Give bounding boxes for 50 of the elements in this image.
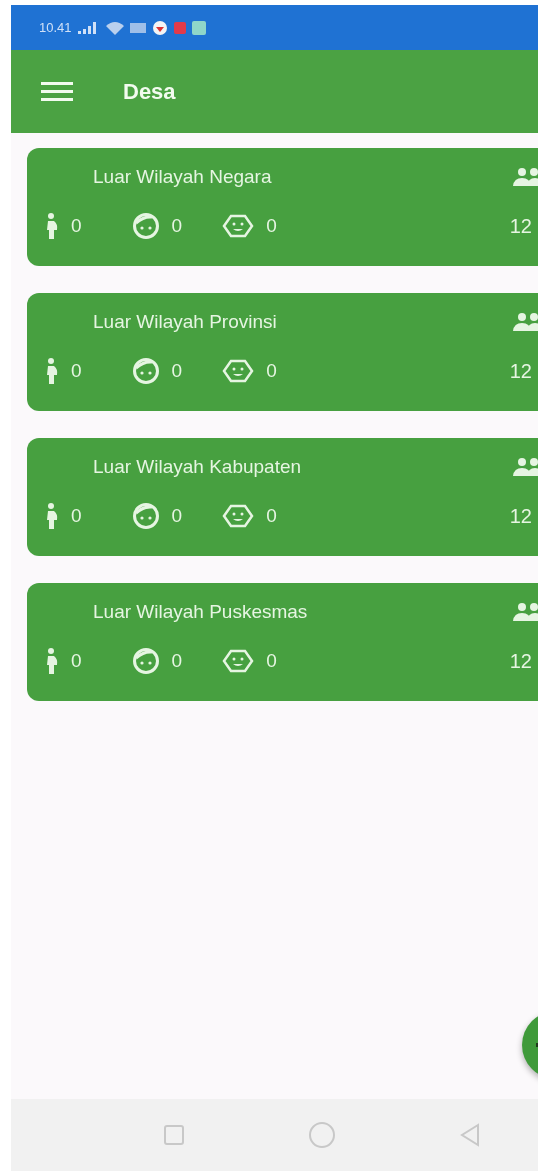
baby-count: 0 bbox=[266, 505, 277, 527]
area-name: Luar Wilayah Provinsi bbox=[93, 311, 278, 333]
child-face-icon bbox=[131, 502, 160, 530]
page-title: Desa bbox=[123, 78, 176, 105]
baby-face-icon bbox=[222, 213, 255, 239]
total-count: 12 bbox=[509, 649, 532, 673]
area-card[interactable]: Luar Wilayah Puskesmas 0 0 0 12 bbox=[27, 583, 538, 701]
area-card[interactable]: Luar Wilayah Provinsi 0 0 0 12 bbox=[27, 293, 538, 411]
people-icon bbox=[513, 167, 538, 187]
total-count: 12 bbox=[509, 504, 532, 528]
recent-apps-icon[interactable] bbox=[163, 1125, 184, 1145]
back-icon[interactable] bbox=[459, 1123, 480, 1147]
total-count: 12 bbox=[509, 359, 532, 383]
pregnant-woman-icon bbox=[45, 212, 59, 240]
pregnant-woman-icon bbox=[45, 357, 59, 385]
baby-face-icon bbox=[222, 358, 255, 384]
home-icon[interactable] bbox=[308, 1122, 335, 1148]
app-notification-icon bbox=[151, 19, 168, 36]
child-face-icon bbox=[131, 212, 160, 240]
area-card[interactable]: Luar Wilayah Kabupaten 0 0 0 12 bbox=[27, 438, 538, 556]
pregnant-count: 0 bbox=[71, 360, 82, 382]
area-name: Luar Wilayah Negara bbox=[93, 166, 273, 188]
people-icon bbox=[513, 602, 538, 622]
area-name: Luar Wilayah Kabupaten bbox=[93, 456, 303, 478]
people-icon bbox=[513, 312, 538, 332]
baby-face-icon bbox=[222, 503, 255, 529]
baby-face-icon bbox=[222, 648, 255, 674]
child-count: 0 bbox=[171, 215, 183, 237]
child-count: 0 bbox=[171, 650, 183, 672]
people-icon bbox=[513, 457, 538, 477]
child-face-icon bbox=[131, 357, 160, 385]
baby-count: 0 bbox=[266, 360, 277, 382]
area-name: Luar Wilayah Puskesmas bbox=[93, 601, 309, 623]
app-notification-icon bbox=[191, 20, 206, 35]
baby-count: 0 bbox=[266, 650, 277, 672]
child-count: 0 bbox=[171, 505, 183, 527]
pregnant-count: 0 bbox=[71, 215, 82, 237]
total-count: 12 bbox=[509, 214, 532, 238]
pregnant-count: 0 bbox=[71, 505, 82, 527]
baby-count: 0 bbox=[266, 215, 277, 237]
pregnant-woman-icon bbox=[45, 647, 59, 675]
wifi-icon bbox=[105, 20, 124, 35]
area-card[interactable]: Luar Wilayah Negara 0 0 0 12 bbox=[27, 148, 538, 266]
status-time: 10.41 bbox=[39, 20, 72, 35]
pregnant-woman-icon bbox=[45, 502, 59, 530]
child-face-icon bbox=[131, 647, 160, 675]
app-notification-icon bbox=[173, 21, 186, 34]
child-count: 0 bbox=[171, 360, 183, 382]
pregnant-count: 0 bbox=[71, 650, 82, 672]
menu-icon[interactable] bbox=[41, 80, 73, 103]
